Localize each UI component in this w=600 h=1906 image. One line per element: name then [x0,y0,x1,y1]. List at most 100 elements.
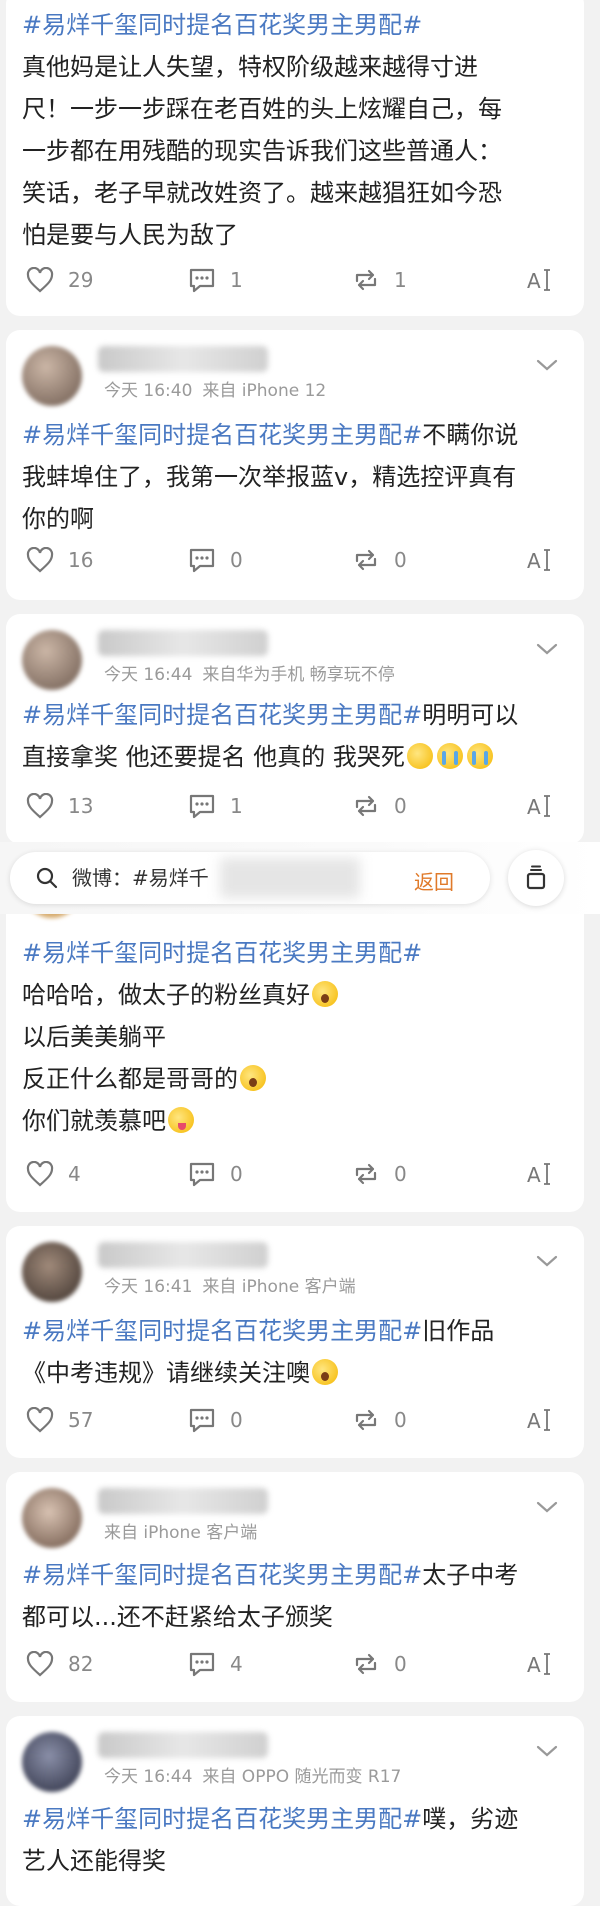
comment-button[interactable]: 1 [188,264,243,296]
svg-text:A: A [527,1163,541,1187]
comment-count: 1 [230,794,243,818]
hashtag-link[interactable]: #易烊千玺同时提名百花奖男主男配# [22,421,422,449]
chevron-down-icon[interactable] [534,1498,560,1516]
repost-count: 0 [394,794,407,818]
post-source: 来自 iPhone 12 [202,381,327,401]
comment-button[interactable]: 4 [188,1648,243,1680]
post-card: 来自 iPhone 客户端 #易烊千玺同时提名百花奖男主男配#太子中考 都可以.… [6,1472,584,1702]
username-blurred[interactable] [98,1732,268,1758]
avatar[interactable] [22,1732,82,1792]
hashtag-link[interactable]: #易烊千玺同时提名百花奖男主男配# [22,701,422,729]
post-line: 艺人还能得奖 [22,1847,166,1875]
copy-button[interactable] [508,850,564,906]
post-actions: 4 0 0 A [22,1158,568,1190]
post-body: #易烊千玺同时提名百花奖男主男配# 真他妈是让人失望，特权阶级越来越得寸进 尺！… [22,4,568,256]
repost-button[interactable]: 0 [352,1158,407,1190]
like-button[interactable]: 16 [26,544,93,576]
like-button[interactable]: 13 [26,790,93,822]
heart-icon [26,793,54,819]
post-text: 明明可以 [422,701,519,729]
font-size-button[interactable]: A [526,1404,566,1436]
font-size-button[interactable]: A [526,1158,566,1190]
repost-icon [355,549,377,571]
tongue-emoji-icon [168,1107,194,1133]
post-line: 哈哈哈，做太子的粉丝真好 [22,981,310,1009]
svg-text:A: A [527,549,541,573]
hashtag-link[interactable]: #易烊千玺同时提名百花奖男主男配# [22,11,422,39]
font-size-button[interactable]: A [526,1648,566,1680]
repost-button[interactable]: 0 [352,1404,407,1436]
hashtag-link[interactable]: #易烊千玺同时提名百花奖男主男配# [22,1561,422,1589]
like-count: 29 [68,268,94,292]
font-size-icon: A [527,269,550,293]
comment-button[interactable]: 1 [188,790,243,822]
hashtag-link[interactable]: #易烊千玺同时提名百花奖男主男配# [22,939,422,967]
post-card: 今天 16:44 来自 OPPO 随光而变 R17 #易烊千玺同时提名百花奖男主男… [6,1716,584,1906]
post-text: 不瞒你说 [422,421,519,449]
font-size-button[interactable]: A [526,264,566,296]
svg-text:A: A [527,795,541,819]
crying-emoji-icon [436,743,463,769]
post-header: 今天 16:44 来自 OPPO 随光而变 R17 [22,1730,562,1792]
post-card: 今天 16:41 来自 iPhone 客户端 #易烊千玺同时提名百花奖男主男配#旧… [6,1226,584,1458]
chevron-down-icon[interactable] [534,1252,560,1270]
avatar[interactable] [22,346,82,406]
comment-icon [189,1408,215,1433]
like-count: 16 [68,548,94,572]
comment-button[interactable]: 0 [188,544,243,576]
like-button[interactable]: 82 [26,1648,93,1680]
font-size-icon: A [527,1653,550,1677]
chevron-down-icon[interactable] [534,640,560,658]
like-count: 82 [68,1652,94,1676]
like-count: 13 [68,794,94,818]
repost-icon [355,269,377,291]
search-pill[interactable]: 微博：#易烊千 返回 [10,852,490,904]
repost-button[interactable]: 0 [352,790,407,822]
post-time: 今天 16:41 [104,1277,193,1297]
font-size-icon: A [527,1409,550,1433]
font-size-button[interactable]: A [526,790,566,822]
avatar[interactable] [22,630,82,690]
username-blurred[interactable] [98,1242,268,1268]
post-line: 一步都在用残酷的现实告诉我们这些普通人： [22,137,502,165]
avatar[interactable] [22,1242,82,1302]
username-blurred[interactable] [98,630,268,656]
heart-icon [26,547,54,573]
post-meta: 今天 16:41 来自 iPhone 客户端 [104,1272,366,1297]
post-meta: 今天 16:44 来自华为手机 畅享玩不停 [104,660,405,685]
hashtag-link[interactable]: #易烊千玺同时提名百花奖男主男配# [22,1317,422,1345]
font-size-button[interactable]: A [526,544,566,576]
post-source: 来自华为手机 畅享玩不停 [202,665,395,685]
back-button[interactable]: 返回 [414,866,454,895]
post-meta: 今天 16:40 来自 iPhone 12 [104,376,336,401]
username-blurred[interactable] [98,1488,268,1514]
chevron-down-icon[interactable] [534,356,560,374]
heart-icon [26,1161,54,1187]
comment-button[interactable]: 0 [188,1158,243,1190]
repost-count: 0 [394,1162,407,1186]
repost-button[interactable]: 0 [352,544,407,576]
post-line: 都可以...还不赶紧给太子颁奖 [22,1603,333,1631]
comment-count: 1 [230,268,243,292]
avatar[interactable] [22,1488,82,1548]
post-line: 你们就羡慕吧 [22,1107,166,1135]
username-blurred[interactable] [98,346,268,372]
crying-emoji-icon [466,743,493,769]
post-line: 尺！一步一步踩在老百姓的头上炫耀自己，每 [22,95,502,123]
search-icon [36,867,58,889]
repost-button[interactable]: 1 [352,264,407,296]
comment-button[interactable]: 0 [188,1404,243,1436]
heart-icon [26,267,54,293]
chevron-down-icon[interactable] [534,1742,560,1760]
comment-count: 0 [230,548,243,572]
like-button[interactable]: 29 [26,264,93,296]
like-button[interactable]: 4 [26,1158,81,1190]
post-line: 怕是要与人民为敌了 [22,221,238,249]
like-button[interactable]: 57 [26,1404,93,1436]
comment-icon [189,268,215,293]
hashtag-link[interactable]: #易烊千玺同时提名百花奖男主男配# [22,1805,422,1833]
post-line: 直接拿奖 他还要提名 他真的 我哭死 [22,743,405,771]
repost-button[interactable]: 0 [352,1648,407,1680]
repost-icon [355,1409,377,1431]
post-actions: 16 0 0 A [22,544,568,576]
